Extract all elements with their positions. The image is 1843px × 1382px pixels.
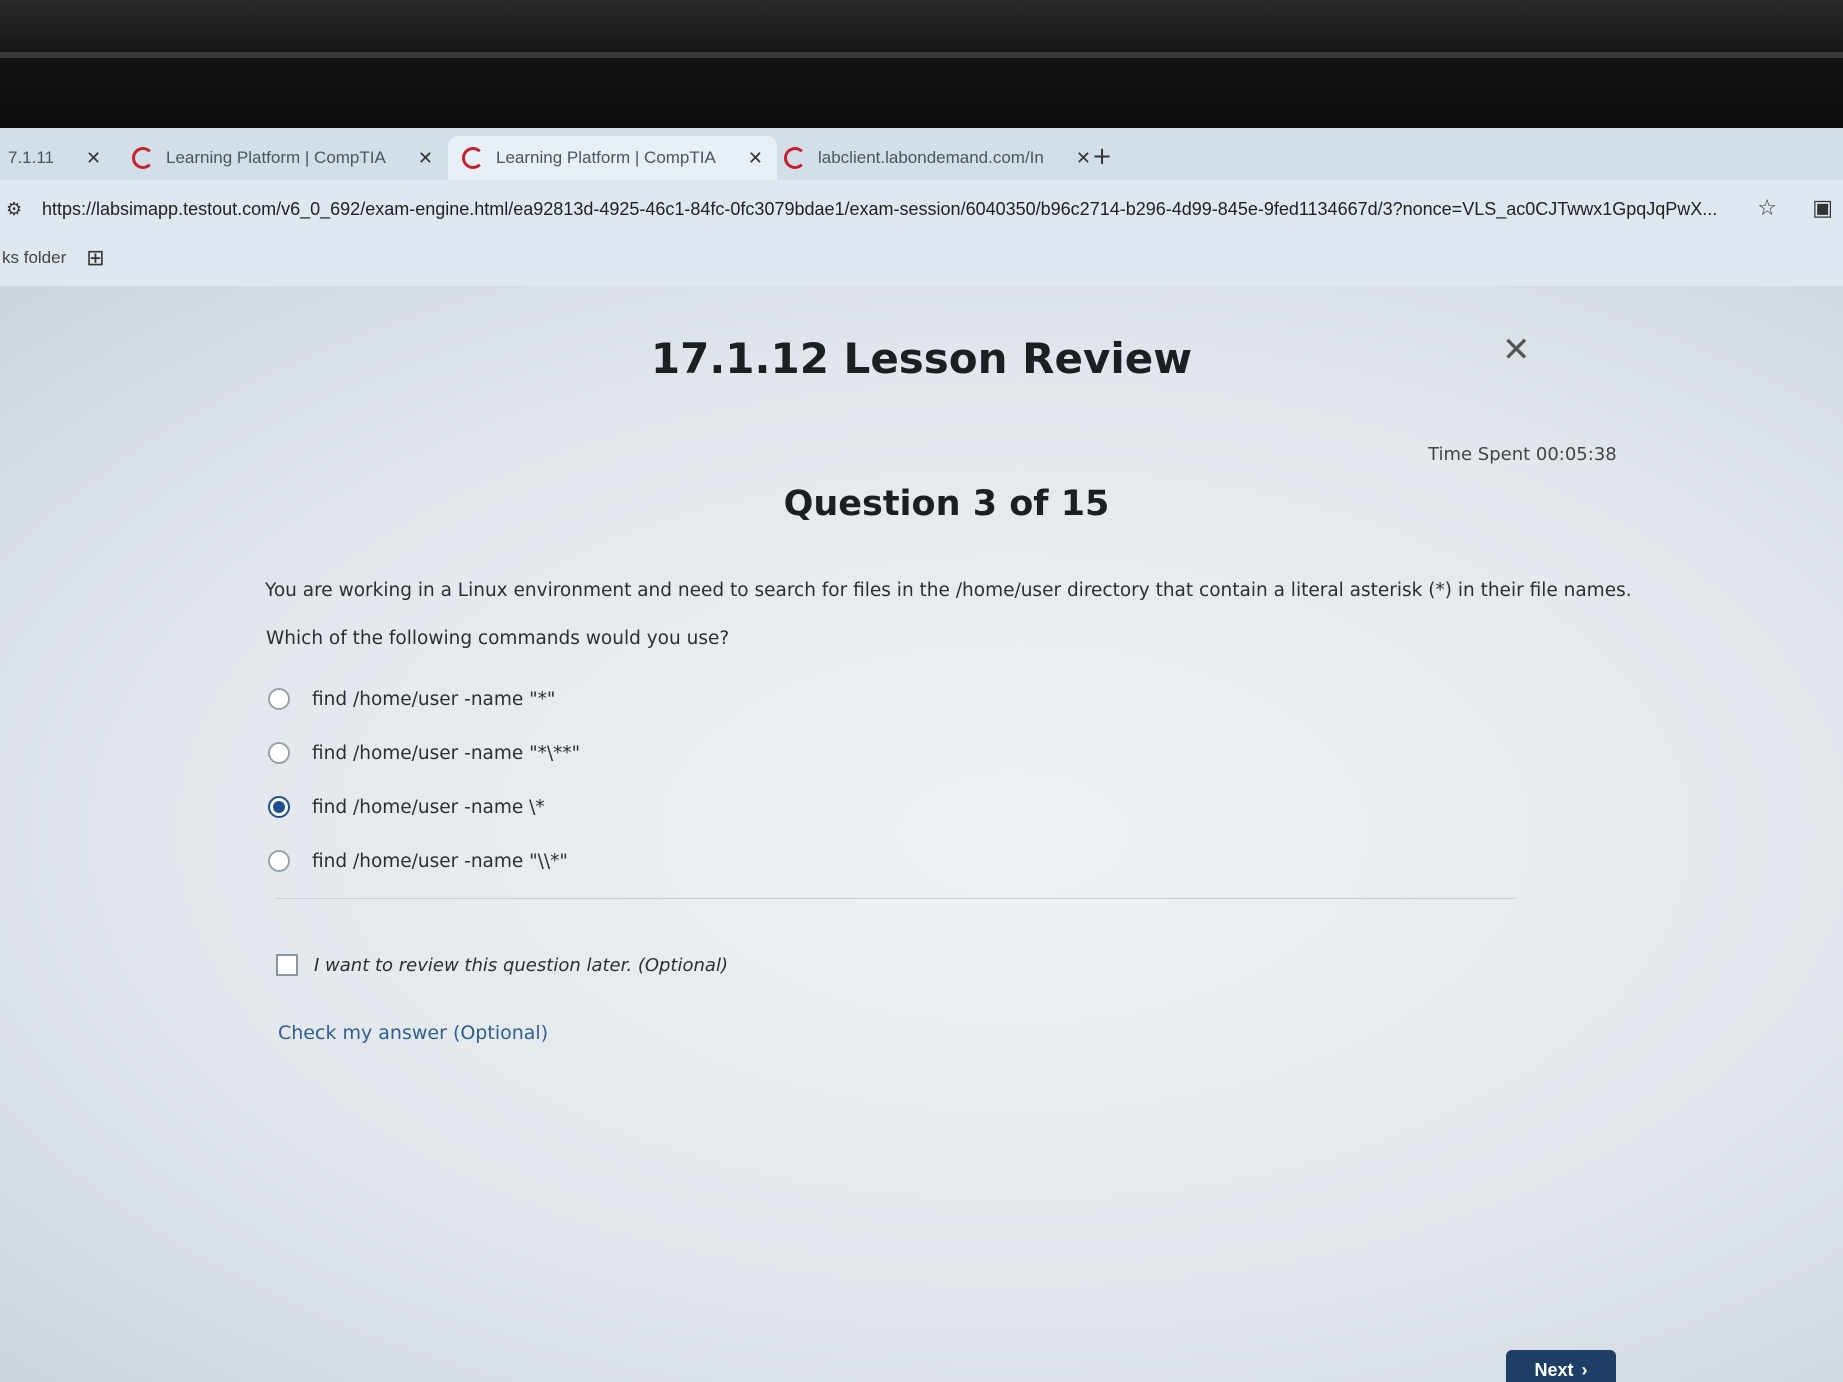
option-label[interactable]: find /home/user -name "*\**" bbox=[312, 743, 580, 764]
radio-button[interactable] bbox=[268, 850, 290, 872]
review-later-row[interactable]: I want to review this question later. (O… bbox=[276, 954, 728, 976]
tab-title: 7.1.11 bbox=[8, 148, 55, 167]
bookmarks-bar: ks folder ⊞ bbox=[0, 236, 1843, 280]
comptia-logo-icon bbox=[132, 147, 154, 169]
answer-option-1[interactable]: find /home/user -name "*" bbox=[268, 672, 580, 726]
radio-button[interactable] bbox=[268, 688, 290, 710]
comptia-logo-icon bbox=[784, 147, 806, 169]
divider bbox=[275, 898, 1515, 899]
radio-button-selected[interactable] bbox=[268, 796, 290, 818]
bookmark-folder[interactable]: ks folder bbox=[2, 248, 66, 268]
bookmark-star-icon[interactable]: ☆ bbox=[1757, 196, 1777, 221]
time-spent: Time Spent 00:05:38 bbox=[1428, 444, 1617, 465]
answer-options: find /home/user -name "*" find /home/use… bbox=[268, 672, 580, 888]
page-title: 17.1.12 Lesson Review bbox=[650, 334, 1193, 383]
close-icon[interactable]: ✕ bbox=[748, 148, 763, 169]
option-label[interactable]: find /home/user -name \* bbox=[312, 797, 545, 818]
check-answer-link[interactable]: Check my answer (Optional) bbox=[278, 1022, 548, 1044]
chevron-right-icon: › bbox=[1581, 1359, 1588, 1380]
review-later-label[interactable]: I want to review this question later. (O… bbox=[314, 955, 728, 976]
comptia-logo-icon bbox=[462, 147, 484, 169]
site-settings-icon[interactable]: ⚙ bbox=[6, 199, 30, 220]
tab-7-1-11[interactable]: 7.1.11 ✕ bbox=[0, 136, 115, 180]
review-later-checkbox[interactable] bbox=[276, 954, 298, 976]
tab-title: Learning Platform | CompTIA bbox=[166, 148, 386, 167]
close-icon[interactable]: ✕ bbox=[1502, 330, 1531, 370]
tab-title: Learning Platform | CompTIA bbox=[496, 148, 716, 167]
address-bar[interactable]: ⚙ https://labsimapp.testout.com/v6_0_692… bbox=[0, 186, 1843, 232]
option-label[interactable]: find /home/user -name "*" bbox=[312, 689, 555, 710]
close-icon[interactable]: ✕ bbox=[86, 148, 101, 169]
question-heading: Question 3 of 15 bbox=[783, 484, 1110, 524]
radio-button[interactable] bbox=[268, 742, 290, 764]
tab-learning-platform-2[interactable]: Learning Platform | CompTIA ✕ bbox=[448, 136, 777, 180]
option-label[interactable]: find /home/user -name "\\*" bbox=[312, 851, 568, 872]
extension-icon[interactable]: ▣ bbox=[1812, 196, 1833, 221]
monitor-bezel bbox=[0, 0, 1843, 128]
tab-labclient[interactable]: labclient.labondemand.com/In ✕ bbox=[770, 136, 1105, 180]
url-text[interactable]: https://labsimapp.testout.com/v6_0_692/e… bbox=[42, 199, 1742, 220]
question-text: You are working in a Linux environment a… bbox=[265, 580, 1632, 601]
apps-grid-icon[interactable]: ⊞ bbox=[86, 245, 104, 271]
tab-strip: 7.1.11 ✕ Learning Platform | CompTIA ✕ L… bbox=[0, 128, 1843, 180]
browser-chrome: 7.1.11 ✕ Learning Platform | CompTIA ✕ L… bbox=[0, 128, 1843, 286]
tab-title: labclient.labondemand.com/In bbox=[818, 148, 1044, 167]
next-button[interactable]: Next › bbox=[1506, 1350, 1616, 1382]
answer-option-3[interactable]: find /home/user -name \* bbox=[268, 780, 580, 834]
tab-learning-platform-1[interactable]: Learning Platform | CompTIA ✕ bbox=[118, 136, 447, 180]
close-icon[interactable]: ✕ bbox=[418, 148, 433, 169]
answer-option-2[interactable]: find /home/user -name "*\**" bbox=[268, 726, 580, 780]
question-prompt: Which of the following commands would yo… bbox=[266, 628, 730, 649]
next-label: Next bbox=[1534, 1359, 1574, 1380]
close-icon[interactable]: ✕ bbox=[1076, 148, 1091, 169]
new-tab-button[interactable]: + bbox=[1092, 142, 1112, 170]
answer-option-4[interactable]: find /home/user -name "\\*" bbox=[268, 834, 580, 888]
lesson-page: 17.1.12 Lesson Review ✕ Time Spent 00:05… bbox=[0, 286, 1843, 1382]
